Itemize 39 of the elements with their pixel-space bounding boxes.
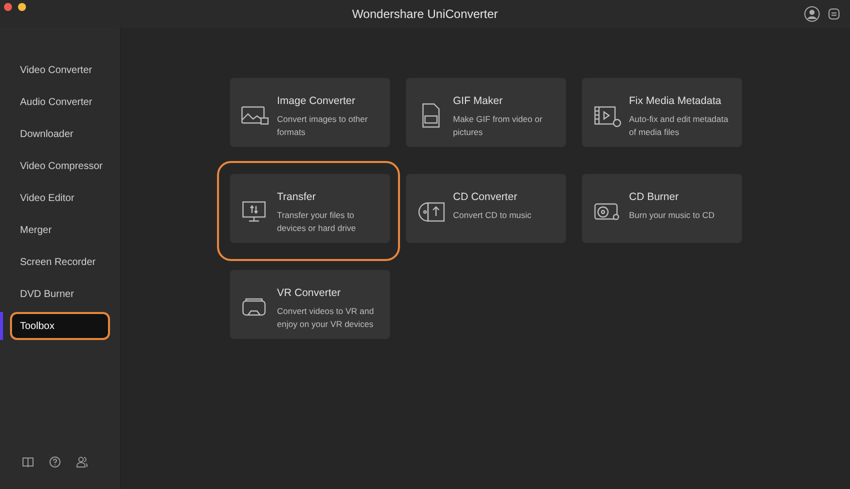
tool-description: Transfer your files to devices or hard drive — [277, 209, 357, 235]
tool-title: Image Converter — [277, 95, 356, 107]
tool-title: VR Converter — [277, 287, 342, 299]
tool-description: Make GIF from video or pictures — [453, 113, 544, 139]
sidebar-item[interactable]: Screen Recorder — [10, 248, 110, 276]
tool-title: CD Burner — [629, 191, 680, 203]
help-icon[interactable] — [49, 456, 61, 468]
sidebar-item[interactable]: Audio Converter — [10, 88, 110, 116]
sidebar-item[interactable]: Toolbox — [10, 312, 110, 340]
user-icon[interactable] — [804, 6, 820, 22]
message-icon[interactable] — [828, 8, 840, 20]
tool-description: Auto-fix and edit metadata of media files — [629, 113, 730, 139]
tool-description: Convert images to other formats — [277, 113, 369, 139]
close-window-button[interactable] — [4, 3, 12, 11]
tool-card[interactable]: GIF Maker Make GIF from video or pictures — [406, 78, 566, 147]
users-icon[interactable] — [76, 456, 88, 468]
tool-card[interactable]: CD Burner Burn your music to CD — [582, 174, 742, 243]
sidebar-item[interactable]: Video Converter — [10, 56, 110, 84]
tool-card[interactable]: Image Converter Convert images to other formats — [230, 78, 390, 147]
tool-card[interactable]: CD Converter Convert CD to music — [406, 174, 566, 243]
tool-title: Transfer — [277, 191, 317, 203]
tool-title: CD Converter — [453, 191, 518, 203]
tool-card[interactable]: Transfer Transfer your files to devices or hard drive — [230, 174, 390, 243]
tool-title: Fix Media Metadata — [629, 95, 722, 107]
sidebar-item[interactable]: Merger — [10, 216, 110, 244]
sidebar-item[interactable]: DVD Burner — [10, 280, 110, 308]
tool-card[interactable]: VR Converter Convert videos to VR and enjoy on your VR devices — [230, 270, 390, 339]
window-title: Wondershare UniConverter — [352, 7, 498, 21]
tool-title: GIF Maker — [453, 95, 504, 107]
sidebar-item[interactable]: Downloader — [10, 120, 110, 148]
minimize-window-button[interactable] — [18, 3, 26, 11]
tool-description: Burn your music to CD — [629, 209, 714, 222]
sidebar-item[interactable]: Video Editor — [10, 184, 110, 212]
tool-description: Convert videos to VR and enjoy on your VR devices — [277, 305, 375, 331]
selection-bar — [0, 312, 3, 340]
tool-card[interactable]: Fix Media Metadata Auto-fix and edit metadata of media files — [582, 78, 742, 147]
sidebar-item[interactable]: Video Compressor — [10, 152, 110, 180]
book-icon[interactable] — [22, 456, 34, 468]
tool-description: Convert CD to music — [453, 209, 532, 222]
